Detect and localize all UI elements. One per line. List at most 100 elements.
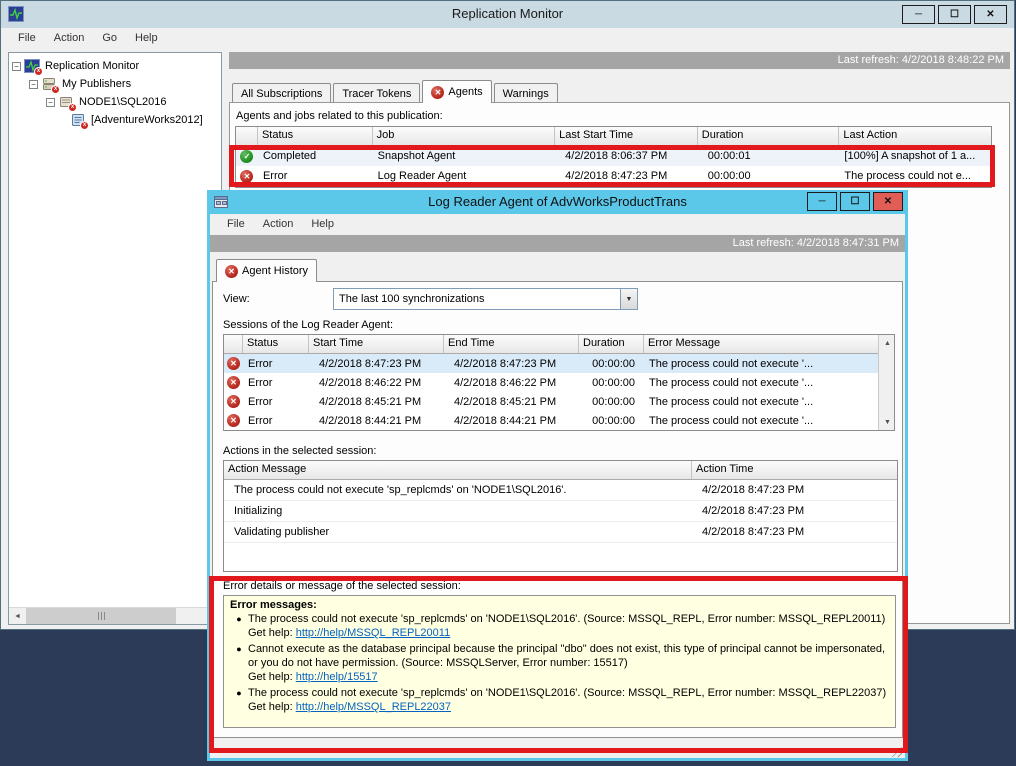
column-error-message[interactable]: Error Message — [644, 335, 878, 353]
action-row[interactable]: Initializing 4/2/2018 8:47:23 PM — [224, 501, 897, 522]
resize-grip[interactable] — [889, 744, 902, 757]
sessions-grid: Status Start Time End Time Duration Erro… — [223, 334, 895, 431]
window-title: Replication Monitor — [1, 6, 1014, 21]
menu-help[interactable]: Help — [302, 214, 343, 235]
close-icon[interactable]: ✕ — [974, 5, 1007, 24]
replication-monitor-icon: x — [24, 58, 40, 74]
bullet-icon: ● — [230, 686, 248, 714]
error-badge-icon: x — [34, 67, 43, 76]
main-menubar: File Action Go Help — [1, 28, 1014, 49]
scrollbar-thumb[interactable] — [26, 608, 176, 624]
agent-row-snapshot[interactable]: ✓ Completed Snapshot Agent 4/2/2018 8:06… — [236, 146, 991, 166]
close-icon[interactable]: ✕ — [873, 192, 903, 211]
tab-all-subscriptions[interactable]: All Subscriptions — [232, 83, 331, 103]
menu-action[interactable]: Action — [254, 214, 303, 235]
column-last-action[interactable]: Last Action — [839, 127, 991, 145]
publisher-tree-pane: − x Replication Monitor − x My Publisher… — [8, 52, 222, 625]
bullet-icon: ● — [230, 642, 248, 684]
column-job[interactable]: Job — [373, 127, 556, 145]
tab-tracer-tokens[interactable]: Tracer Tokens — [333, 83, 420, 103]
tree-horizontal-scrollbar[interactable]: ◄ — [9, 607, 221, 624]
publication-tabs: All Subscriptions Tracer Tokens ✕ Agents… — [229, 80, 1010, 103]
sessions-label: Sessions of the Log Reader Agent: — [223, 319, 393, 331]
dialog-menubar: File Action Help — [210, 214, 905, 235]
error-badge-icon: x — [68, 103, 77, 112]
column-start-time[interactable]: Start Time — [309, 335, 444, 353]
view-dropdown-value: The last 100 synchronizations — [334, 289, 620, 309]
column-duration[interactable]: Duration — [579, 335, 644, 353]
error-icon: ✕ — [240, 170, 253, 183]
minimize-icon[interactable]: ─ — [807, 192, 837, 211]
menu-file[interactable]: File — [9, 28, 45, 49]
error-icon: ✕ — [431, 86, 444, 99]
column-end-time[interactable]: End Time — [444, 335, 579, 353]
scroll-left-icon[interactable]: ◄ — [9, 608, 26, 624]
column-action-time[interactable]: Action Time — [692, 461, 897, 479]
help-link[interactable]: http://help/MSSQL_REPL20011 — [296, 627, 451, 639]
agent-row-log-reader[interactable]: ✕ Error Log Reader Agent 4/2/2018 8:47:2… — [236, 166, 991, 186]
column-last-start-time[interactable]: Last Start Time — [555, 127, 698, 145]
tab-agents[interactable]: ✕ Agents — [422, 80, 491, 103]
maximize-icon[interactable]: ☐ — [938, 5, 971, 24]
main-last-refresh: Last refresh: 4/2/2018 8:48:22 PM — [229, 52, 1010, 69]
error-details-box: Error messages: ● The process could not … — [223, 595, 896, 728]
error-badge-icon: x — [80, 121, 89, 130]
column-action-message[interactable]: Action Message — [224, 461, 692, 479]
minimize-icon[interactable]: ─ — [902, 5, 935, 24]
session-row[interactable]: ✕ Error 4/2/2018 8:44:21 PM 4/2/2018 8:4… — [224, 411, 878, 430]
error-icon: ✕ — [225, 265, 238, 278]
menu-action[interactable]: Action — [45, 28, 94, 49]
agent-history-panel: View: The last 100 synchronizations ▼ Se… — [212, 281, 903, 738]
agents-grid-header: Status Job Last Start Time Duration Last… — [236, 127, 991, 146]
session-row[interactable]: ✕ Error 4/2/2018 8:46:22 PM 4/2/2018 8:4… — [224, 373, 878, 392]
menu-file[interactable]: File — [218, 214, 254, 235]
chevron-down-icon[interactable]: ▼ — [620, 289, 637, 309]
column-duration[interactable]: Duration — [698, 127, 840, 145]
view-label: View: — [223, 293, 250, 305]
server-icon: x — [58, 94, 74, 110]
maximize-icon[interactable]: ☐ — [840, 192, 870, 211]
scroll-up-icon[interactable]: ▲ — [879, 335, 896, 351]
action-row[interactable]: The process could not execute 'sp_replcm… — [224, 480, 897, 501]
sessions-vertical-scrollbar[interactable]: ▲ ▼ — [878, 335, 894, 430]
view-dropdown[interactable]: The last 100 synchronizations ▼ — [333, 288, 638, 310]
error-message-item: ● The process could not execute 'sp_repl… — [230, 612, 887, 640]
column-status[interactable]: Status — [258, 127, 373, 145]
collapse-icon[interactable]: − — [46, 98, 55, 107]
success-icon: ✓ — [240, 150, 253, 163]
dialog-titlebar: Log Reader Agent of AdvWorksProductTrans… — [210, 190, 905, 214]
scroll-down-icon[interactable]: ▼ — [879, 414, 896, 430]
tree-item-replication-monitor[interactable]: − x Replication Monitor — [12, 57, 221, 75]
column-status[interactable]: Status — [243, 335, 309, 353]
action-row[interactable]: Validating publisher 4/2/2018 8:47:23 PM — [224, 522, 897, 543]
error-message-item: ● The process could not execute 'sp_repl… — [230, 686, 887, 714]
error-icon: ✕ — [227, 357, 240, 370]
session-row[interactable]: ✕ Error 4/2/2018 8:47:23 PM 4/2/2018 8:4… — [224, 354, 878, 373]
error-icon: ✕ — [227, 414, 240, 427]
log-reader-agent-dialog: Log Reader Agent of AdvWorksProductTrans… — [207, 190, 908, 761]
help-link[interactable]: http://help/MSSQL_REPL22037 — [296, 701, 451, 713]
tree-item-my-publishers[interactable]: − x My Publishers — [12, 75, 221, 93]
publishers-folder-icon: x — [41, 76, 57, 92]
tab-agent-history[interactable]: ✕ Agent History — [216, 259, 317, 282]
dialog-status-strip — [212, 740, 903, 758]
tree-item-adventureworks2012[interactable]: x [AdventureWorks2012] — [12, 111, 221, 129]
help-link[interactable]: http://help/15517 — [296, 671, 378, 683]
tree-item-node1-sql2016[interactable]: − x NODE1\SQL2016 — [12, 93, 221, 111]
actions-grid-header: Action Message Action Time — [224, 461, 897, 480]
sessions-grid-header: Status Start Time End Time Duration Erro… — [224, 335, 878, 354]
publication-icon: x — [70, 112, 86, 128]
dialog-tabs: ✕ Agent History — [210, 260, 905, 282]
collapse-icon[interactable]: − — [12, 62, 21, 71]
main-titlebar: Replication Monitor ─ ☐ ✕ — [1, 1, 1014, 28]
actions-label: Actions in the selected session: — [223, 445, 376, 457]
dialog-last-refresh: Last refresh: 4/2/2018 8:47:31 PM — [210, 235, 905, 252]
error-details-label: Error details or message of the selected… — [223, 580, 461, 592]
error-message-item: ● Cannot execute as the database princip… — [230, 642, 887, 684]
menu-help[interactable]: Help — [126, 28, 167, 49]
agents-grid: Status Job Last Start Time Duration Last… — [235, 126, 992, 188]
menu-go[interactable]: Go — [93, 28, 126, 49]
session-row[interactable]: ✕ Error 4/2/2018 8:45:21 PM 4/2/2018 8:4… — [224, 392, 878, 411]
collapse-icon[interactable]: − — [29, 80, 38, 89]
tab-warnings[interactable]: Warnings — [494, 83, 558, 103]
